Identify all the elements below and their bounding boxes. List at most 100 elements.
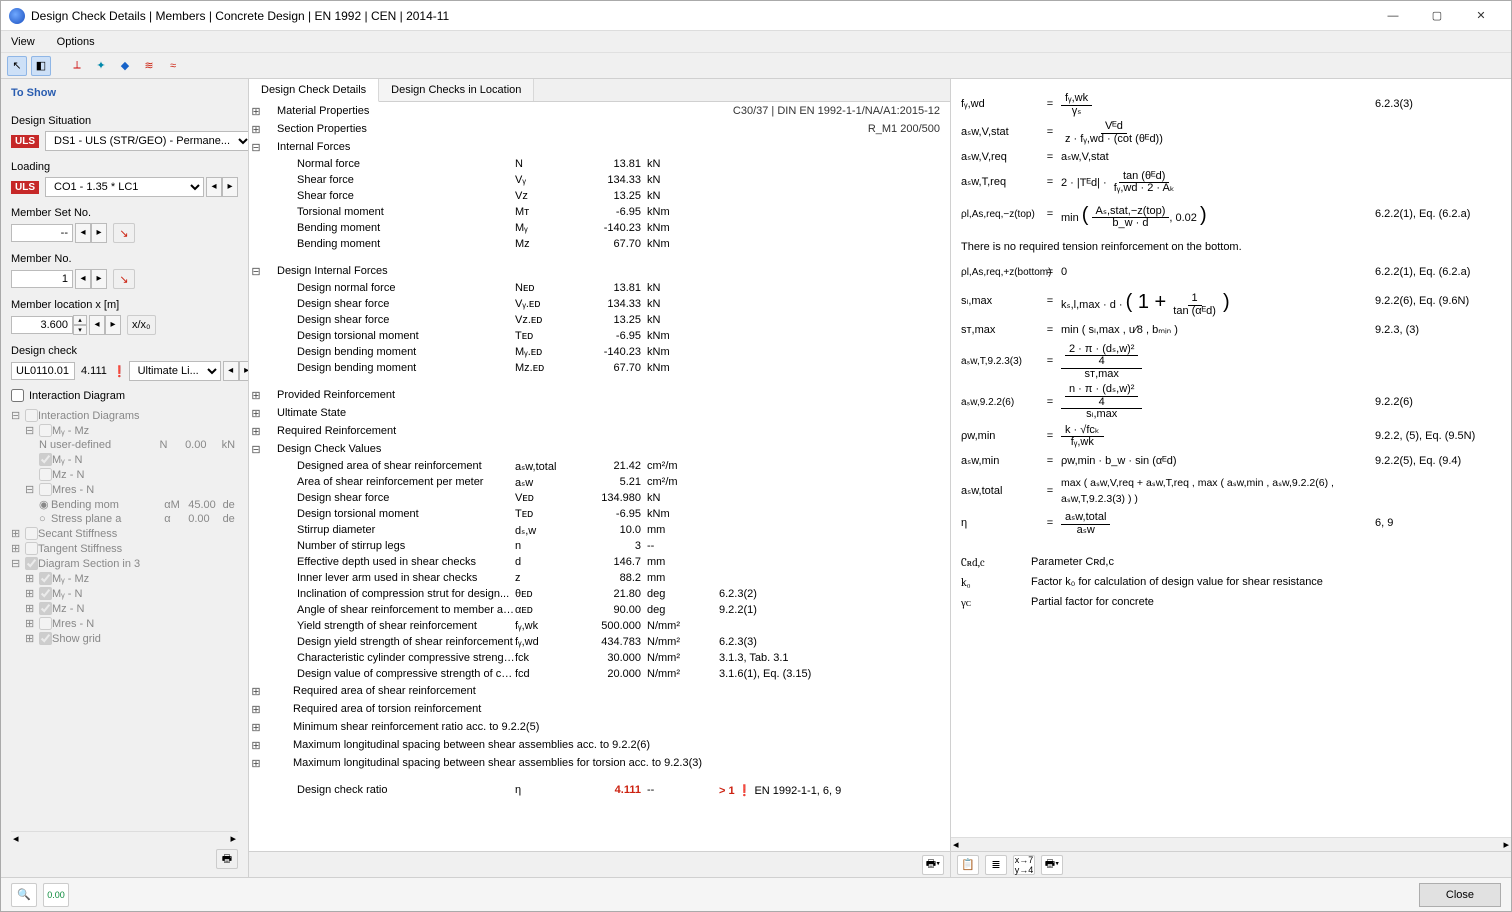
design-check-next[interactable]: ▸ bbox=[239, 361, 249, 381]
location-up[interactable]: ▴ bbox=[73, 315, 87, 325]
table-row: Bending momentMᵧ-140.23kNm bbox=[249, 220, 950, 236]
location-down[interactable]: ▾ bbox=[73, 325, 87, 335]
status-help-button[interactable]: 🔍 bbox=[11, 883, 37, 907]
formula-slmax: sₗ,max= kₛ,l,max · d · ( 1 + 1tan (αᴱd) … bbox=[961, 286, 1497, 318]
formula-pane[interactable]: fᵧ,wd= fᵧ,wkγₛ 6.2.3(3) aₛw,V,stat= Vᴱdz… bbox=[951, 79, 1511, 837]
formula-rho-wmin: ρw,min= k · √fcₖfᵧ,wk 9.2.2, (5), Eq. (9… bbox=[961, 425, 1497, 449]
row-req-shear[interactable]: Required area of shear reinforcement bbox=[263, 685, 511, 697]
main-grid[interactable]: ⊞Material PropertiesC30/37 | DIN EN 1992… bbox=[249, 102, 950, 851]
loading-select[interactable]: CO1 - 1.35 * LC1 bbox=[45, 177, 204, 197]
menu-options[interactable]: Options bbox=[53, 34, 99, 50]
memberset-next[interactable]: ▸ bbox=[91, 223, 107, 243]
formula-rho-bottom: ρl,As,req,+z(bottom)= 0 6.2.2(1), Eq. (6… bbox=[961, 264, 1497, 282]
row-material-properties[interactable]: Material Properties bbox=[263, 105, 511, 117]
table-row: Bending momentMz67.70kNm bbox=[249, 236, 950, 252]
memberno-next[interactable]: ▸ bbox=[91, 269, 107, 289]
memberno-prev[interactable]: ◂ bbox=[75, 269, 91, 289]
memberno-label: Member No. bbox=[11, 253, 238, 265]
tab-design-checks-location[interactable]: Design Checks in Location bbox=[379, 79, 534, 101]
memberset-pick[interactable]: ↘ bbox=[113, 223, 135, 243]
table-row: Area of shear reinforcement per meteraₛw… bbox=[249, 474, 950, 490]
formula-fywd: fᵧ,wd= fᵧ,wkγₛ 6.2.3(3) bbox=[961, 93, 1497, 117]
left-panel: To Show Design Situation ULS DS1 - ULS (… bbox=[1, 79, 249, 877]
mid-bottom-toolbar: 🖶▾ bbox=[249, 851, 950, 877]
row-min-shear[interactable]: Minimum shear reinforcement ratio acc. t… bbox=[263, 721, 950, 733]
table-row: Design normal forceNᴇᴅ13.81kN bbox=[249, 280, 950, 296]
table-row: Design value of compressive strength of … bbox=[249, 666, 950, 682]
tree-mres-n: Mres - N bbox=[52, 484, 184, 496]
design-situation-select[interactable]: DS1 - ULS (STR/GEO) - Permane... bbox=[45, 131, 249, 151]
table-row: Design shear forceVᴇᴅ134.980kN bbox=[249, 490, 950, 506]
interaction-diagram-checkbox[interactable] bbox=[11, 389, 24, 402]
memberset-label: Member Set No. bbox=[11, 207, 238, 219]
right-scroll[interactable]: ◂▸ bbox=[951, 837, 1511, 851]
memberset-prev[interactable]: ◂ bbox=[75, 223, 91, 243]
toolbar-refresh-icon[interactable]: 📋 bbox=[957, 855, 979, 875]
warn-icon: ❗ bbox=[113, 365, 127, 378]
tab-design-check-details[interactable]: Design Check Details bbox=[249, 79, 379, 102]
menu-view[interactable]: View bbox=[7, 34, 39, 50]
loading-label: Loading bbox=[11, 161, 238, 173]
formula-asw-total: aₛw,total= max ( aₛw,V,req + aₛw,T,req ,… bbox=[961, 475, 1497, 509]
row-design-check-values[interactable]: Design Check Values bbox=[263, 443, 511, 455]
design-check-code[interactable] bbox=[11, 362, 75, 380]
app-icon bbox=[9, 8, 25, 24]
tree-mz-n: Mz - N bbox=[52, 469, 184, 481]
table-row: Number of stirrup legsn3-- bbox=[249, 538, 950, 554]
left-scroll[interactable]: ◂▸ bbox=[11, 831, 238, 845]
toolbar-btn-1[interactable]: ↖ bbox=[7, 56, 27, 76]
memberset-input[interactable] bbox=[11, 224, 73, 242]
formula-asw-vreq: aₛw,V,req= aₛw,V,stat bbox=[961, 149, 1497, 167]
toolbar-list-icon[interactable]: ≣ bbox=[985, 855, 1007, 875]
table-row: Design torsional momentTᴇᴅ-6.95kNm bbox=[249, 506, 950, 522]
table-row: Stirrup diameterdₛ,w10.0mm bbox=[249, 522, 950, 538]
location-input[interactable] bbox=[11, 316, 73, 334]
location-next[interactable]: ▸ bbox=[105, 315, 121, 335]
to-show-header: To Show bbox=[11, 87, 238, 99]
maximize-button[interactable]: ▢ bbox=[1415, 2, 1459, 30]
tabs: Design Check Details Design Checks in Lo… bbox=[249, 79, 950, 102]
row-req-torsion[interactable]: Required area of torsion reinforcement bbox=[263, 703, 511, 715]
row-internal-forces[interactable]: Internal Forces bbox=[263, 141, 511, 153]
right-panel: fᵧ,wd= fᵧ,wkγₛ 6.2.3(3) aₛw,V,stat= Vᴱdz… bbox=[951, 79, 1511, 877]
row-max-long2[interactable]: Maximum longitudinal spacing between she… bbox=[263, 757, 950, 769]
tree-bending-mom: Bending mom bbox=[51, 499, 164, 511]
table-row: Inclination of compression strut for des… bbox=[249, 586, 950, 602]
table-row: Design torsional momentTᴇᴅ-6.95kNm bbox=[249, 328, 950, 344]
loading-next[interactable]: ▸ bbox=[222, 177, 238, 197]
design-check-prev[interactable]: ◂ bbox=[223, 361, 239, 381]
table-row: Torsional momentMᴛ-6.95kNm bbox=[249, 204, 950, 220]
row-max-long1[interactable]: Maximum longitudinal spacing between she… bbox=[263, 739, 950, 751]
memberno-pick[interactable]: ↘ bbox=[113, 269, 135, 289]
close-window-button[interactable]: ✕ bbox=[1459, 2, 1503, 30]
titlebar: Design Check Details | Members | Concret… bbox=[1, 1, 1511, 31]
memberno-input[interactable] bbox=[11, 270, 73, 288]
toolbar-btn-2[interactable]: ◧ bbox=[31, 56, 51, 76]
row-section-properties[interactable]: Section Properties bbox=[263, 123, 511, 135]
table-row: Shear forceVᵧ134.33kN bbox=[249, 172, 950, 188]
toolbar-btn-5[interactable]: ◆ bbox=[115, 56, 135, 76]
toolbar-btn-7[interactable]: ≈ bbox=[163, 56, 183, 76]
mid-print-button[interactable]: 🖶▾ bbox=[922, 855, 944, 875]
design-check-type[interactable]: Ultimate Li... bbox=[129, 361, 221, 381]
row-provided-reinforcement[interactable]: Provided Reinforcement bbox=[263, 389, 511, 401]
tree-secant: Secant Stiffness bbox=[38, 528, 170, 540]
row-ultimate-state[interactable]: Ultimate State bbox=[263, 407, 511, 419]
formula-note: There is no required tension reinforceme… bbox=[961, 239, 1497, 257]
toolbar-btn-3[interactable]: ⟂ bbox=[67, 56, 87, 76]
row-design-internal-forces[interactable]: Design Internal Forces bbox=[263, 265, 511, 277]
status-decimals-button[interactable]: 0.00 bbox=[43, 883, 69, 907]
print-left[interactable]: 🖶 bbox=[216, 849, 238, 869]
toolbar-btn-6[interactable]: ≋ bbox=[139, 56, 159, 76]
toolbar-btn-4[interactable]: ✦ bbox=[91, 56, 111, 76]
row-required-reinforcement[interactable]: Required Reinforcement bbox=[263, 425, 511, 437]
minimize-button[interactable]: — bbox=[1371, 2, 1415, 30]
toolbar-xy-icon[interactable]: x→7y→4 bbox=[1013, 855, 1035, 875]
table-row: Angle of shear reinforcement to member a… bbox=[249, 602, 950, 618]
toolbar-print-icon[interactable]: 🖶▾ bbox=[1041, 855, 1063, 875]
tree-my-n: Mᵧ - N bbox=[52, 454, 184, 466]
location-prev[interactable]: ◂ bbox=[89, 315, 105, 335]
location-xx0[interactable]: x/x₀ bbox=[127, 315, 156, 335]
loading-prev[interactable]: ◂ bbox=[206, 177, 222, 197]
close-button[interactable]: Close bbox=[1419, 883, 1501, 907]
